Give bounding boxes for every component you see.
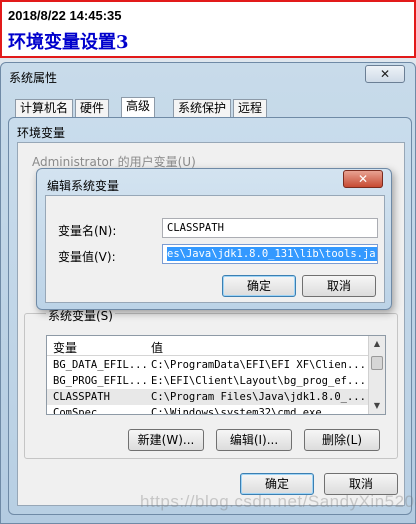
dialog-cancel-button[interactable]: 取消 (302, 275, 376, 297)
dialog-body: 变量名(N): CLASSPATH 变量值(V): es\Java\jdk1.8… (45, 195, 385, 303)
watermark: https://blog.csdn.net/SandyXin5208 (140, 492, 416, 511)
new-variable-button[interactable]: 新建(W)... (128, 429, 204, 451)
system-variables-list[interactable]: 变量 值 BG_DATA_EFIL... C:\ProgramData\EFI\… (46, 335, 386, 415)
variable-name-label: 变量名(N): (58, 224, 117, 238)
dialog-title: 编辑系统变量 (47, 179, 120, 193)
row-variable: BG_DATA_EFIL... (53, 359, 148, 371)
close-button[interactable]: ✕ (365, 65, 405, 83)
table-row[interactable]: BG_DATA_EFIL... C:\ProgramData\EFI\EFI X… (47, 357, 369, 373)
table-row[interactable]: ComSpec C:\Windows\system32\cmd.exe (47, 405, 369, 415)
tab-computer-name[interactable]: 计算机名 (15, 99, 74, 117)
row-value: E:\EFI\Client\Layout\bg_prog_ef... (151, 375, 366, 387)
table-row[interactable]: BG_PROG_EFIL... E:\EFI\Client\Layout\bg_… (47, 373, 369, 389)
tab-hardware[interactable]: 硬件 (75, 99, 110, 117)
close-icon: ✕ (379, 67, 391, 81)
row-variable: CLASSPATH (53, 391, 110, 403)
edit-system-variable-dialog: 编辑系统变量 ✕ 变量名(N): CLASSPATH 变量值(V): es\Ja… (36, 168, 392, 310)
row-variable: BG_PROG_EFIL... (53, 375, 148, 387)
edit-variable-button[interactable]: 编辑(I)... (216, 429, 292, 451)
header-banner: 2018/8/22 14:45:35 环境变量设置3 (0, 0, 416, 58)
dialog-close-button[interactable]: ✕ (343, 170, 383, 188)
variable-name-input[interactable]: CLASSPATH (162, 218, 378, 238)
timestamp: 2018/8/22 14:45:35 (8, 8, 122, 23)
variable-value-label: 变量值(V): (58, 250, 116, 264)
tab-remote[interactable]: 远程 (233, 99, 268, 117)
list-header: 变量 值 (47, 336, 369, 356)
row-variable: ComSpec (53, 407, 98, 415)
delete-variable-button[interactable]: 删除(L) (304, 429, 380, 451)
close-icon: ✕ (357, 172, 369, 186)
variable-value-input[interactable]: es\Java\jdk1.8.0_131\lib\tools.jar; (162, 244, 378, 264)
table-row-selected[interactable]: CLASSPATH C:\Program Files\Java\jdk1.8.0… (47, 389, 369, 405)
scroll-thumb[interactable] (371, 356, 383, 370)
scroll-down-icon[interactable]: ▼ (369, 398, 385, 414)
column-header-value[interactable]: 值 (151, 339, 163, 356)
row-value: C:\Program Files\Java\jdk1.8.0_... (151, 391, 366, 403)
selected-value-text: es\Java\jdk1.8.0_131\lib\tools.jar; (167, 247, 377, 261)
row-value: C:\Windows\system32\cmd.exe (151, 407, 322, 415)
window-title: 系统属性 (9, 71, 58, 85)
window-title: 环境变量 (17, 126, 66, 140)
list-scrollbar[interactable]: ▲ ▼ (368, 336, 385, 414)
column-header-variable[interactable]: 变量 (53, 339, 77, 356)
scroll-up-icon[interactable]: ▲ (369, 336, 385, 352)
tab-system-protection[interactable]: 系统保护 (173, 99, 232, 117)
tab-advanced[interactable]: 高级 (121, 97, 156, 119)
dialog-ok-button[interactable]: 确定 (222, 275, 296, 297)
row-value: C:\ProgramData\EFI\EFI XF\Clien... (151, 359, 366, 371)
banner-title: 环境变量设置3 (8, 32, 129, 53)
